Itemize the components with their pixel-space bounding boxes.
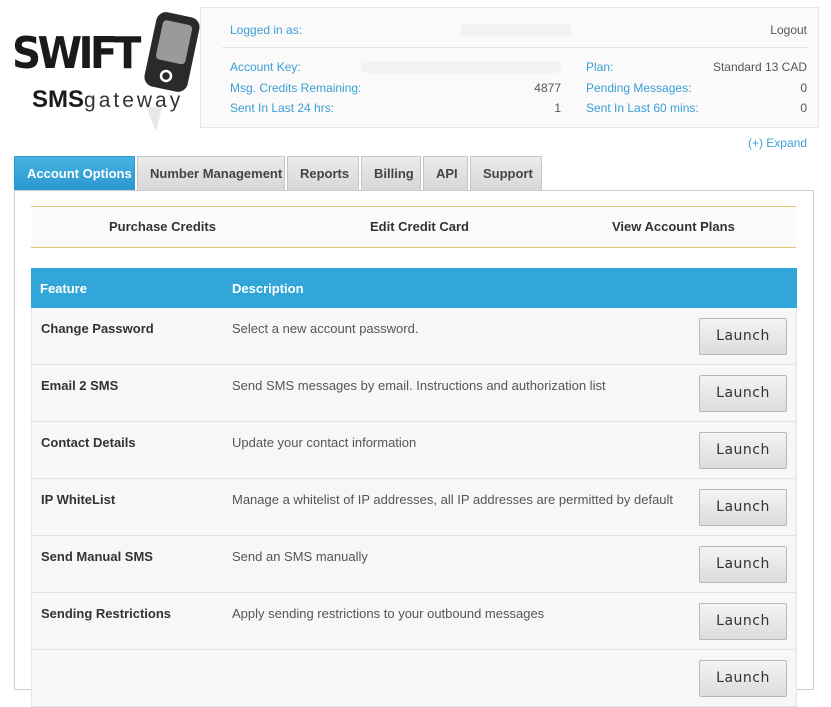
table-row: Email 2 SMS Send SMS messages by email. … — [31, 365, 797, 422]
logo-subtitle: SMSgateway — [32, 86, 183, 114]
table-row: Launch — [31, 650, 797, 707]
table-header: Feature Description — [31, 268, 797, 308]
tab-number-management[interactable]: Number Management — [137, 156, 285, 190]
credits-remaining-label: Msg. Credits Remaining: — [230, 81, 362, 95]
tab-billing[interactable]: Billing — [361, 156, 421, 190]
launch-button[interactable]: Launch — [699, 603, 787, 640]
launch-button[interactable]: Launch — [699, 546, 787, 583]
swift-sms-logo[interactable]: SWIFT SMSgateway — [12, 6, 200, 134]
feature-name: IP WhiteList — [41, 492, 116, 507]
plan-value: Standard 13 CAD — [712, 60, 807, 74]
tab-support[interactable]: Support — [470, 156, 542, 190]
redacted-account-key — [361, 61, 561, 73]
table-row: Contact Details Update your contact info… — [31, 422, 797, 479]
sent-24hrs-value: 1 — [554, 101, 561, 115]
table-row: Change Password Select a new account pas… — [31, 308, 797, 365]
view-account-plans-link[interactable]: View Account Plans — [612, 219, 735, 234]
logo-gateway: gateway — [84, 89, 184, 112]
header-feature: Feature — [40, 281, 87, 296]
launch-button[interactable]: Launch — [699, 660, 787, 697]
feature-name: Send Manual SMS — [41, 549, 153, 564]
sub-navigation: Purchase Credits Edit Credit Card View A… — [31, 206, 796, 248]
plan-label: Plan: — [586, 60, 614, 74]
feature-name: Contact Details — [41, 435, 136, 450]
sent-60mins-label: Sent In Last 60 mins: — [586, 101, 699, 115]
logged-in-label: Logged in as: — [230, 23, 303, 37]
account-key-label: Account Key: — [230, 60, 301, 74]
feature-description: Send an SMS manually — [232, 549, 368, 564]
feature-description: Send SMS messages by email. Instructions… — [232, 378, 606, 393]
tab-reports[interactable]: Reports — [287, 156, 359, 190]
edit-credit-card-link[interactable]: Edit Credit Card — [370, 219, 469, 234]
table-row: Send Manual SMS Send an SMS manually Lau… — [31, 536, 797, 593]
launch-button[interactable]: Launch — [699, 432, 787, 469]
table-row: IP WhiteList Manage a whitelist of IP ad… — [31, 479, 797, 536]
launch-button[interactable]: Launch — [699, 318, 787, 355]
account-info-panel: Logged in as: Logout Account Key: Msg. C… — [200, 7, 819, 128]
main-tabs: Account Options Number Management Report… — [14, 156, 544, 191]
tab-api[interactable]: API — [423, 156, 468, 190]
launch-button[interactable]: Launch — [699, 375, 787, 412]
tab-account-options[interactable]: Account Options — [14, 156, 135, 190]
feature-name: Sending Restrictions — [41, 606, 172, 621]
purchase-credits-link[interactable]: Purchase Credits — [109, 219, 216, 234]
pending-messages-value: 0 — [800, 81, 807, 95]
feature-description: Manage a whitelist of IP addresses, all … — [232, 492, 674, 507]
expand-link[interactable]: (+) Expand — [748, 136, 807, 150]
logo-wordmark: SWIFT — [12, 28, 141, 79]
pending-messages-label: Pending Messages: — [586, 81, 692, 95]
feature-name: Email 2 SMS — [41, 378, 119, 393]
account-options-panel: Purchase Credits Edit Credit Card View A… — [14, 190, 814, 707]
logo-sms: SMS — [32, 86, 85, 113]
info-divider — [222, 47, 808, 48]
sent-24hrs-label: Sent In Last 24 hrs: — [230, 101, 335, 115]
feature-description: Update your contact information — [232, 435, 417, 450]
feature-description: Select a new account password. — [232, 321, 419, 336]
table-row: Sending Restrictions Apply sending restr… — [31, 593, 797, 650]
credits-remaining-value: 4877 — [534, 81, 561, 95]
redacted-username — [461, 24, 571, 36]
feature-name: Change Password — [41, 321, 154, 336]
feature-table: Feature Description Change Password Sele… — [31, 268, 797, 707]
header-description: Description — [232, 281, 304, 296]
logout-link[interactable]: Logout — [770, 23, 807, 37]
feature-description: Apply sending restrictions to your outbo… — [232, 606, 545, 621]
sent-60mins-value: 0 — [800, 101, 807, 115]
phone-icon — [144, 12, 200, 132]
launch-button[interactable]: Launch — [699, 489, 787, 526]
